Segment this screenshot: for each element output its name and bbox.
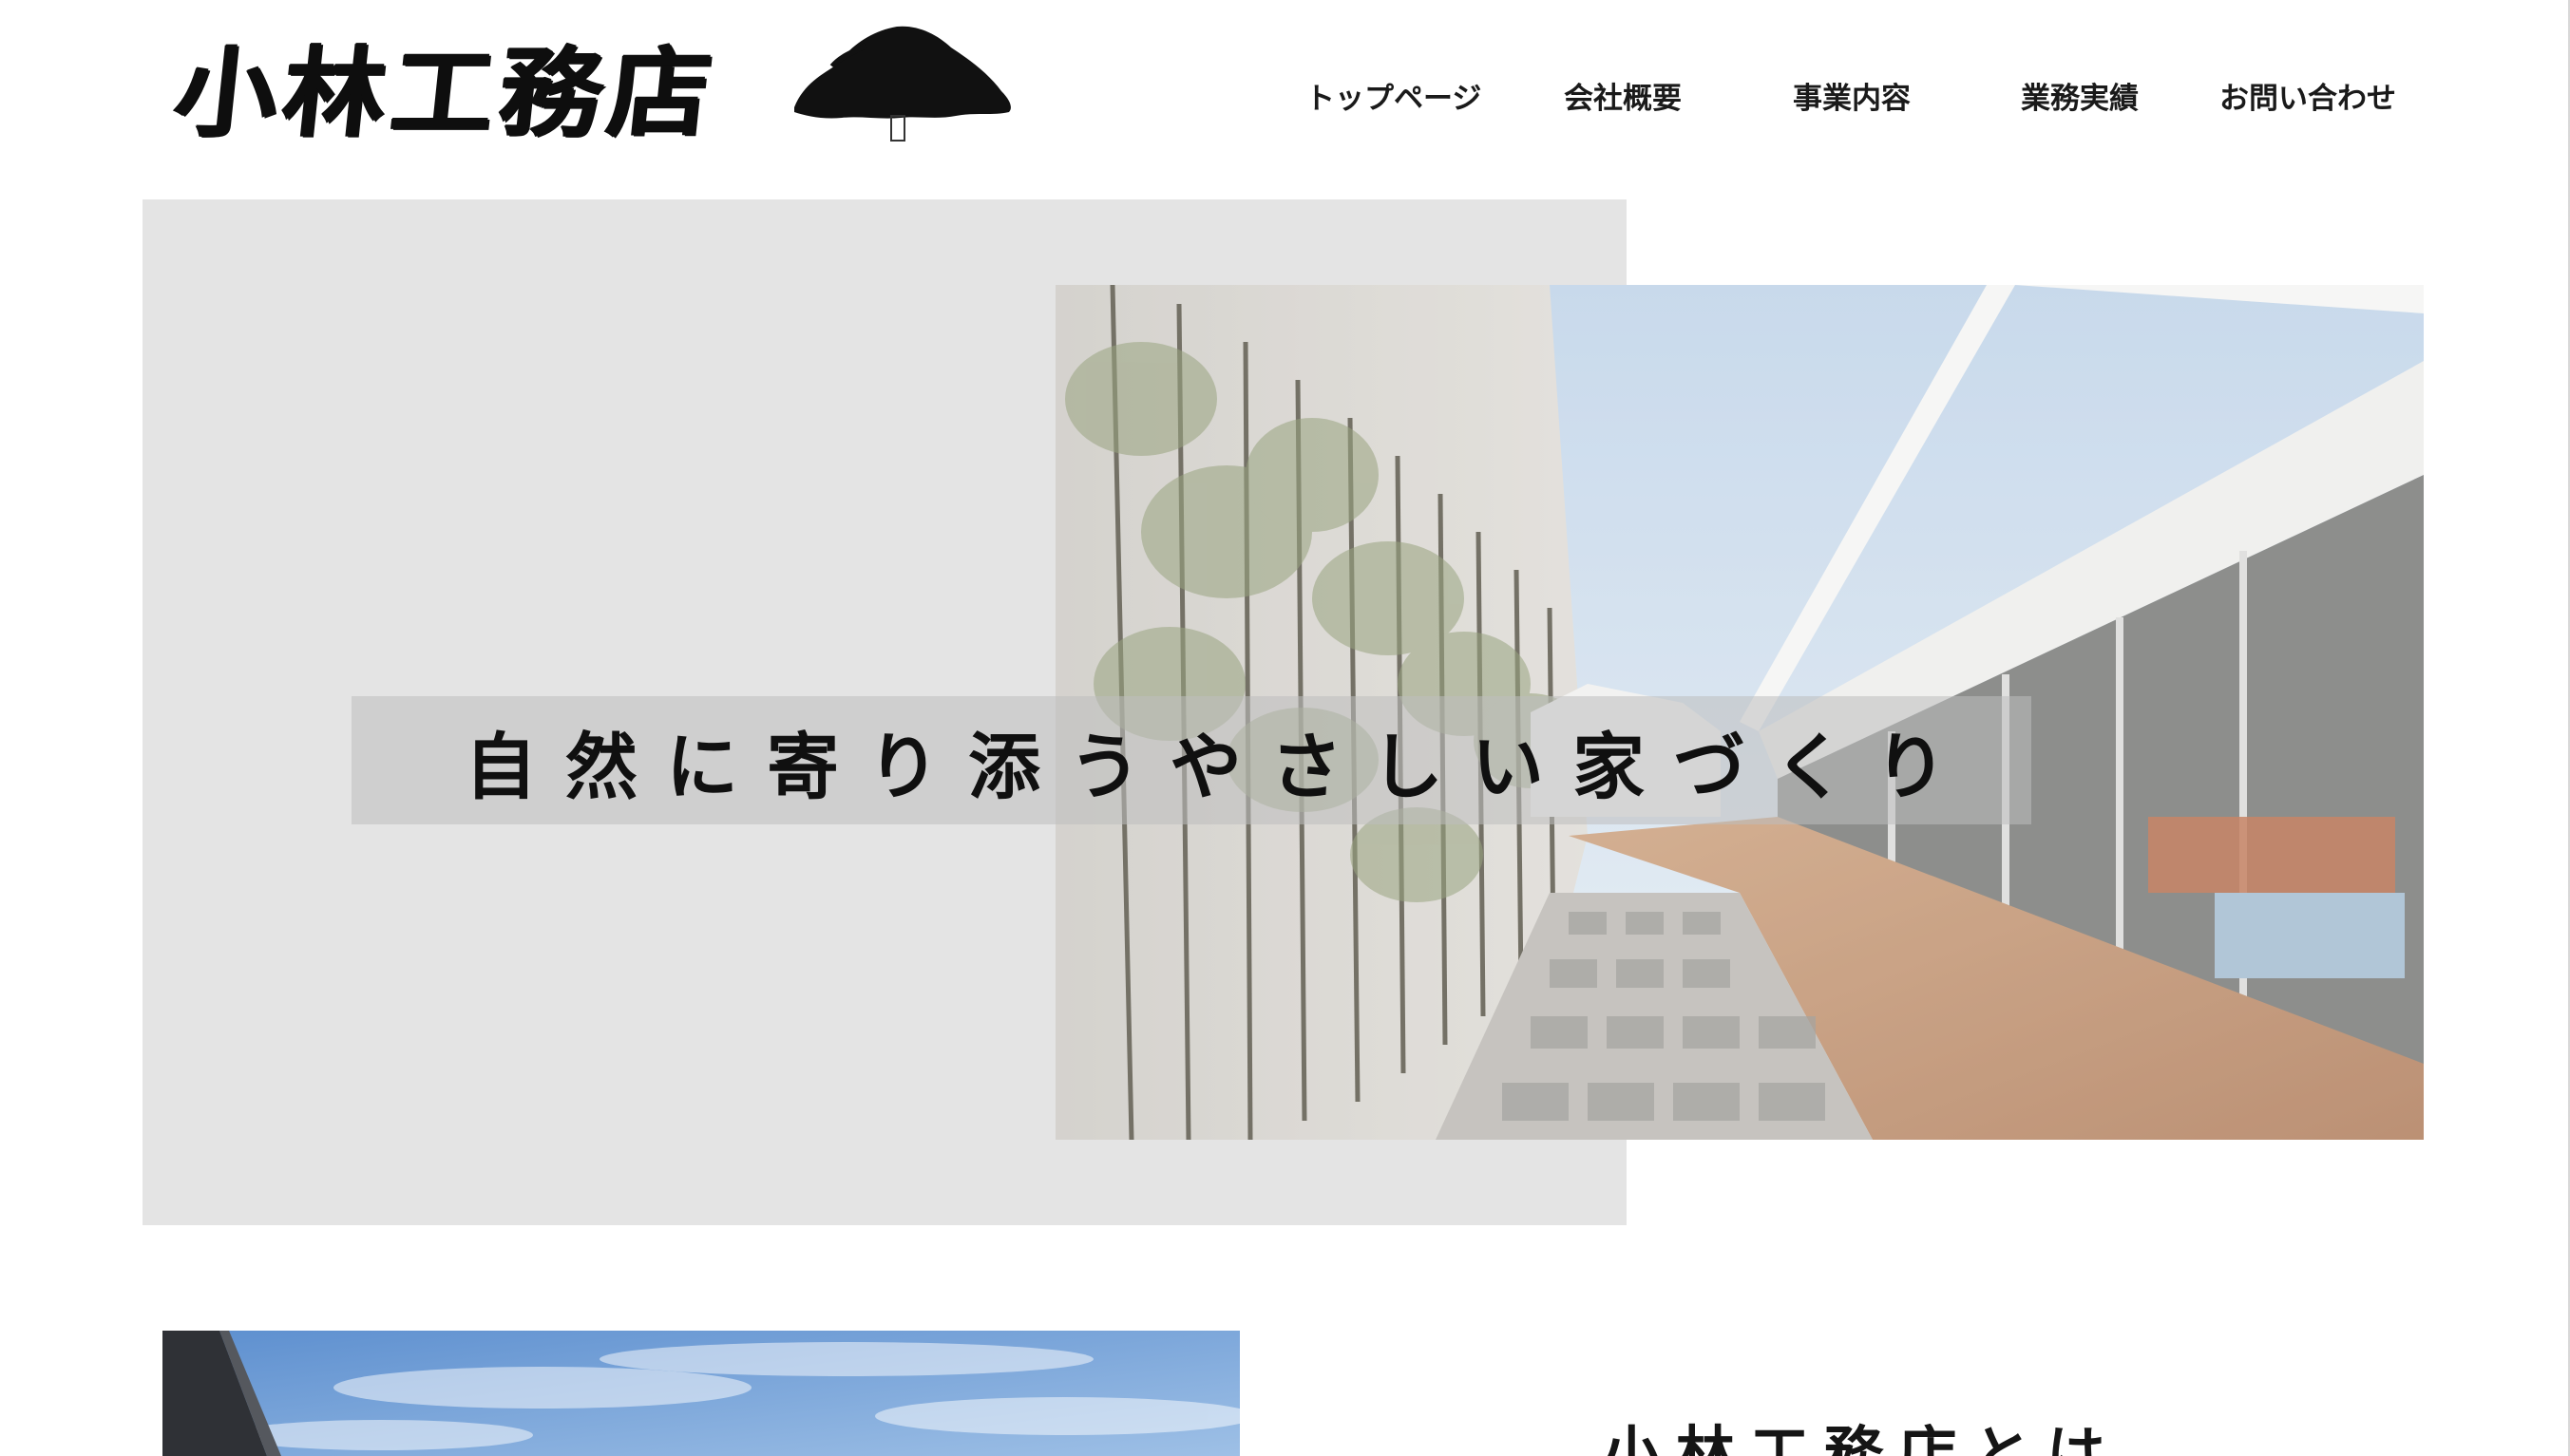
nav-contact[interactable]: お問い合わせ [2219,74,2396,117]
site-logo[interactable]: 小林工務店 [169,26,1030,160]
about-title: 小林工務店とは [1602,1419,2122,1456]
hero-tagline: 自然に寄り添うやさしい家づくり [465,724,1975,809]
nav-company-overview[interactable]: 会社概要 [1564,74,1682,117]
nav-works[interactable]: 業務実績 [2021,74,2139,117]
about-image [162,1331,1240,1456]
nav-top-page[interactable]: トップページ [1305,74,1481,117]
tree-icon [794,26,1011,142]
tagline-band: 自然に寄り添うやさしい家づくり [352,696,2031,824]
nav-business[interactable]: 事業内容 [1793,74,1911,117]
logo-text: 小林工務店 [168,36,723,150]
